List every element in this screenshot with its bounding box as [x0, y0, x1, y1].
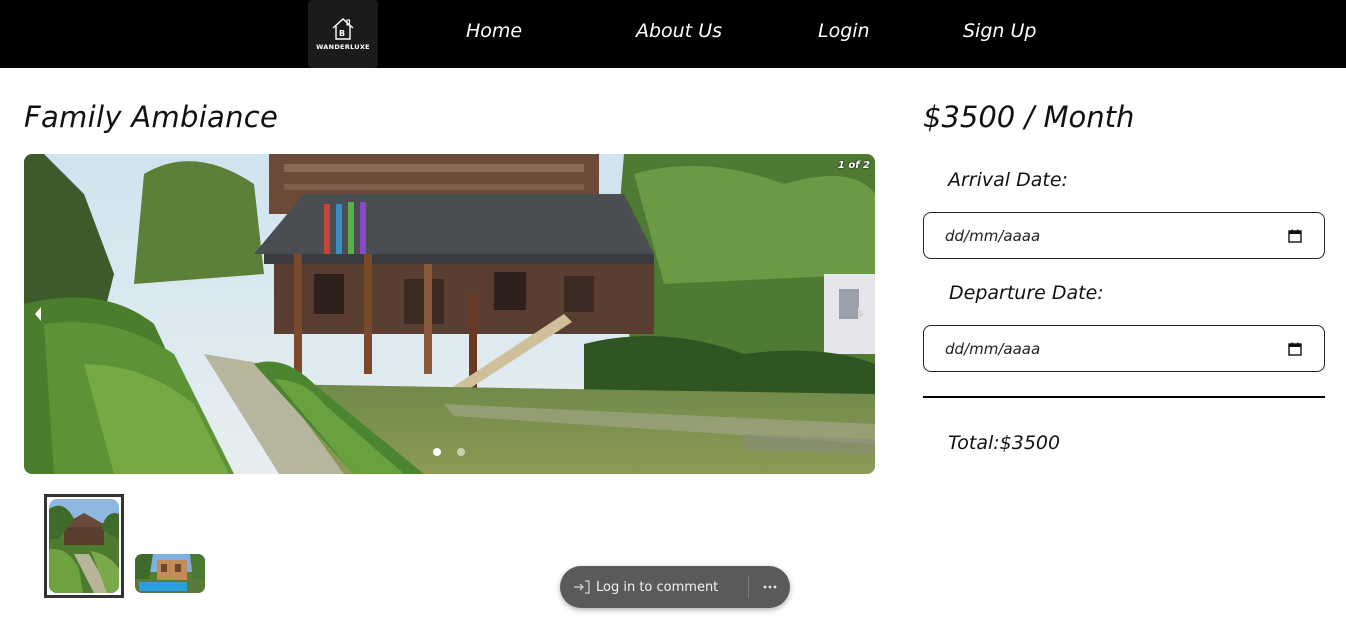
thumbnail-1[interactable]	[44, 494, 124, 598]
log-in-to-comment-button[interactable]: Log in to comment	[560, 566, 718, 608]
nav-link-home[interactable]: Home	[466, 20, 522, 42]
nav-link-login[interactable]: Login	[818, 20, 870, 42]
comment-label: Log in to comment	[596, 579, 719, 595]
logo[interactable]: B WANDERLUXE	[308, 0, 378, 68]
carousel-dot-1[interactable]	[433, 448, 441, 456]
navbar: B WANDERLUXE Home About Us Login Sign Up	[0, 0, 1346, 68]
comment-bar: Log in to comment	[560, 566, 790, 608]
carousel-dot-2[interactable]	[457, 448, 465, 456]
arrival-date-label: Arrival Date:	[948, 169, 1068, 191]
departure-date-input[interactable]: dd/mm/aaaa	[923, 325, 1325, 372]
calendar-icon[interactable]	[1288, 229, 1302, 243]
pill-divider	[748, 576, 749, 598]
departure-date-label: Departure Date:	[949, 282, 1104, 304]
listing-title: Family Ambiance	[24, 100, 279, 134]
image-carousel[interactable]: 1 of 2	[24, 154, 875, 474]
slide-counter: 1 of 2	[837, 160, 870, 171]
nav-link-about-us[interactable]: About Us	[636, 20, 722, 42]
price: $3500 / Month	[923, 100, 1135, 134]
total-price: Total:$3500	[948, 432, 1061, 454]
nav-link-sign-up[interactable]: Sign Up	[963, 20, 1036, 42]
arrival-date-input[interactable]: dd/mm/aaaa	[923, 212, 1325, 259]
previous-slide-button[interactable]	[30, 302, 46, 326]
house-logo-icon: B	[332, 18, 354, 40]
logo-text: WANDERLUXE	[316, 43, 370, 51]
more-horizontal-icon	[763, 585, 777, 589]
svg-text:B: B	[339, 29, 345, 38]
sign-in-icon	[574, 580, 590, 594]
arrival-date-placeholder: dd/mm/aaaa	[945, 226, 1041, 245]
departure-date-placeholder: dd/mm/aaaa	[945, 339, 1041, 358]
more-options-button[interactable]	[759, 577, 781, 597]
thumbnail-1-image	[49, 499, 119, 593]
carousel-image	[24, 154, 875, 474]
divider	[923, 396, 1325, 398]
thumbnail-2-image	[135, 554, 205, 593]
chevron-left-icon	[35, 307, 41, 321]
calendar-icon[interactable]	[1288, 342, 1302, 356]
carousel-dots	[433, 448, 465, 456]
chevron-right-icon	[858, 307, 864, 321]
next-slide-button[interactable]	[853, 302, 869, 326]
thumbnail-2[interactable]	[135, 554, 205, 593]
